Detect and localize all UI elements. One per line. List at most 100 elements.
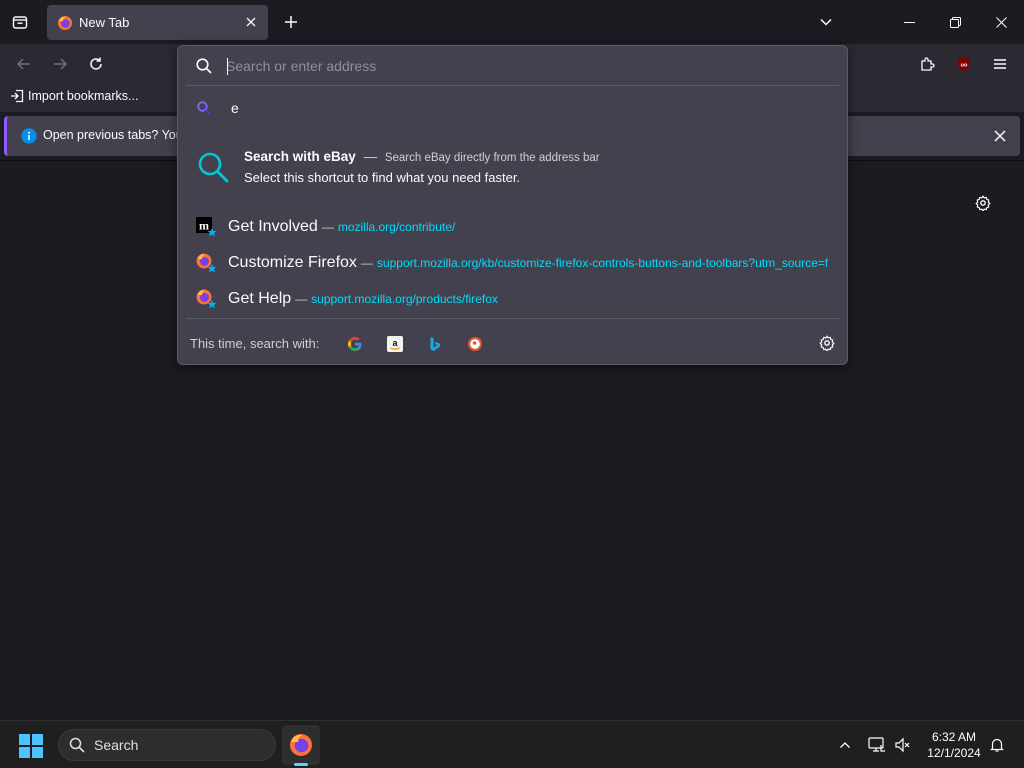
result-url: support.mozilla.org/kb/customize-firefox… bbox=[376, 256, 828, 270]
firefox-icon bbox=[58, 15, 72, 30]
divider bbox=[186, 85, 839, 86]
reload-button[interactable] bbox=[82, 50, 110, 78]
hamburger-menu-icon bbox=[994, 59, 1006, 69]
tab-strip: New Tab bbox=[0, 0, 1024, 44]
result-row[interactable]: m Get Involved — mozilla.org/contribute/ bbox=[184, 210, 841, 240]
tab-close-button[interactable] bbox=[242, 13, 260, 31]
result-url: support.mozilla.org/products/firefox bbox=[311, 292, 498, 306]
forward-button[interactable] bbox=[46, 50, 74, 78]
engine-amazon-button[interactable]: a bbox=[382, 331, 408, 357]
windows-start-icon[interactable] bbox=[18, 733, 44, 759]
taskbar-search-label: Search bbox=[94, 737, 139, 753]
search-icon bbox=[198, 152, 229, 183]
shortcut-title: Search with eBay — Search eBay directly … bbox=[244, 149, 600, 164]
import-icon bbox=[11, 89, 24, 103]
minimize-icon bbox=[903, 21, 915, 23]
taskbar-firefox-button[interactable] bbox=[282, 725, 320, 765]
notification-text: Open previous tabs? You c bbox=[43, 128, 193, 142]
result-dash: — bbox=[360, 256, 373, 270]
result-title: Get Help bbox=[228, 290, 292, 307]
search-suggestion-row[interactable]: e bbox=[184, 92, 841, 124]
restore-button[interactable] bbox=[932, 0, 978, 44]
duckduckgo-icon bbox=[468, 337, 482, 351]
close-icon bbox=[995, 16, 1007, 28]
tab-new-tab[interactable]: New Tab bbox=[47, 5, 268, 40]
personalize-new-tab-button[interactable] bbox=[973, 193, 993, 213]
result-dash: — bbox=[295, 292, 308, 306]
notification-close-button[interactable] bbox=[990, 126, 1010, 146]
firefox-view-icon bbox=[12, 16, 28, 29]
tab-title: New Tab bbox=[79, 15, 130, 30]
search-icon bbox=[197, 101, 211, 115]
result-line: Get Help — support.mozilla.org/products/… bbox=[228, 290, 828, 308]
search-icon bbox=[69, 737, 85, 753]
shortcut-name: Search with eBay bbox=[244, 149, 356, 164]
back-button[interactable] bbox=[10, 50, 38, 78]
search-icon bbox=[196, 58, 212, 74]
one-off-search-bar: This time, search with: a bbox=[178, 319, 847, 364]
amazon-icon: a bbox=[387, 336, 403, 352]
restore-icon bbox=[949, 16, 961, 28]
import-bookmarks-label: Import bookmarks... bbox=[28, 89, 139, 103]
google-icon bbox=[348, 337, 362, 351]
search-shortcut-ebay-row[interactable]: Search with eBay — Search eBay directly … bbox=[184, 140, 841, 196]
firefox-view-button[interactable] bbox=[6, 8, 34, 36]
plus-icon bbox=[285, 16, 297, 28]
result-title: Get Involved bbox=[228, 218, 318, 235]
result-line: Customize Firefox — support.mozilla.org/… bbox=[228, 254, 828, 272]
svg-text:m: m bbox=[199, 219, 209, 233]
list-all-tabs-button[interactable] bbox=[812, 8, 840, 36]
import-bookmarks-button[interactable]: Import bookmarks... bbox=[10, 89, 138, 103]
arrow-right-icon bbox=[54, 58, 68, 70]
arrow-left-icon bbox=[16, 58, 30, 70]
firefox-icon bbox=[290, 734, 312, 756]
reload-icon bbox=[90, 57, 102, 70]
result-row[interactable]: Customize Firefox — support.mozilla.org/… bbox=[184, 246, 841, 276]
firefox-icon bbox=[196, 253, 217, 273]
address-bar bbox=[178, 46, 847, 86]
volume-button[interactable] bbox=[892, 733, 914, 757]
chevron-down-icon bbox=[820, 18, 832, 26]
bing-icon bbox=[430, 337, 440, 351]
engine-bing-button[interactable] bbox=[422, 331, 448, 357]
engine-google-button[interactable] bbox=[342, 331, 368, 357]
show-hidden-icons-button[interactable] bbox=[834, 733, 856, 757]
mozilla-m-icon: m bbox=[196, 217, 217, 237]
firefox-icon bbox=[196, 289, 217, 309]
engine-duckduckgo-button[interactable] bbox=[462, 331, 488, 357]
new-tab-button[interactable] bbox=[278, 8, 304, 36]
one-off-label: This time, search with: bbox=[190, 336, 320, 351]
close-window-button[interactable] bbox=[978, 0, 1024, 44]
result-title: Customize Firefox bbox=[228, 254, 357, 271]
shortcut-subtitle: Select this shortcut to find what you ne… bbox=[244, 170, 521, 185]
windows-taskbar: Search 6:32 AM 12/1/2024 bbox=[0, 720, 1024, 768]
ublock-shield-icon: uo bbox=[958, 57, 970, 71]
shortcut-description: Search eBay directly from the address ba… bbox=[384, 152, 600, 164]
address-input[interactable] bbox=[226, 56, 826, 76]
search-suggestion-text: e bbox=[231, 100, 239, 116]
notifications-button[interactable] bbox=[986, 733, 1008, 757]
network-status-button[interactable] bbox=[866, 733, 888, 757]
minimize-button[interactable] bbox=[886, 0, 932, 44]
gear-icon bbox=[819, 335, 835, 351]
network-icon bbox=[868, 737, 885, 752]
gear-icon bbox=[975, 195, 991, 211]
ublock-origin-button[interactable]: uo bbox=[950, 50, 978, 78]
shortcut-dash: — bbox=[363, 149, 378, 164]
app-menu-button[interactable] bbox=[986, 50, 1014, 78]
result-line: Get Involved — mozilla.org/contribute/ bbox=[228, 218, 828, 236]
extensions-button[interactable] bbox=[914, 50, 942, 78]
close-icon bbox=[246, 17, 256, 27]
result-row[interactable]: Get Help — support.mozilla.org/products/… bbox=[184, 282, 841, 312]
chevron-up-icon bbox=[840, 742, 850, 748]
taskbar-search-box[interactable]: Search bbox=[58, 729, 276, 761]
info-icon bbox=[21, 128, 37, 144]
close-icon bbox=[994, 130, 1006, 142]
clock-time: 6:32 AM bbox=[931, 730, 977, 744]
address-bar-popup: e Search with eBay — Search eBay directl… bbox=[177, 45, 848, 365]
clock-date: 12/1/2024 bbox=[927, 746, 981, 760]
search-settings-button[interactable] bbox=[816, 332, 838, 354]
text-caret bbox=[227, 58, 228, 75]
taskbar-clock[interactable]: 6:32 AM 12/1/2024 bbox=[920, 729, 988, 761]
svg-text:uo: uo bbox=[961, 63, 968, 69]
